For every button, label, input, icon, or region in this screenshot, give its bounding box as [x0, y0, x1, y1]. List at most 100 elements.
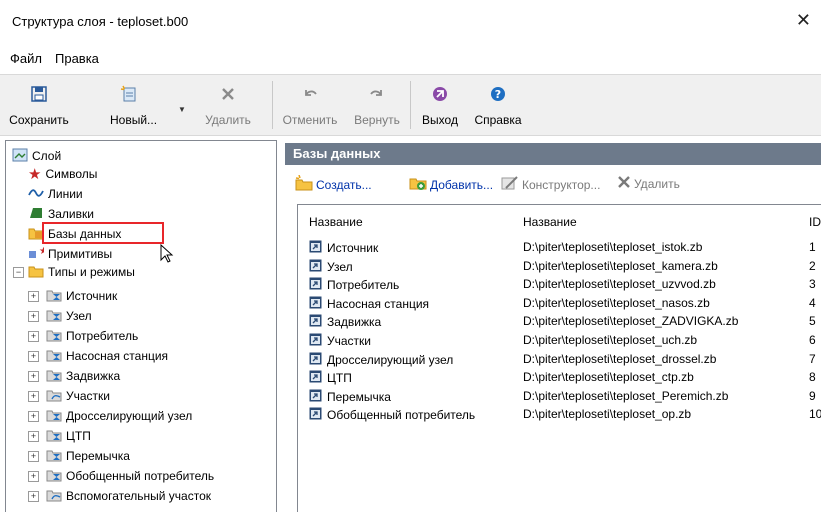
database-icon	[309, 407, 327, 423]
db-path: D:\piter\teploseti\teploset_nasos.zb	[523, 295, 710, 310]
delete-button[interactable]: Удалить	[192, 75, 264, 135]
save-button[interactable]: Сохранить	[4, 75, 74, 135]
type-folder-icon	[46, 348, 62, 365]
redo-button[interactable]: Вернуть	[346, 75, 408, 135]
tree-item-type[interactable]: Источник	[46, 286, 117, 306]
expand-icon[interactable]: +	[28, 311, 39, 322]
type-folder-icon	[46, 368, 62, 385]
list-item[interactable]: Участки D:\piter\teploseti\teploset_uch.z…	[298, 331, 821, 349]
database-icon	[309, 389, 327, 405]
undo-button[interactable]: Отменить	[276, 75, 344, 135]
constructor-button[interactable]: Конструктор...	[501, 175, 600, 194]
expand-icon[interactable]: +	[28, 471, 39, 482]
expand-icon[interactable]: +	[28, 291, 39, 302]
expand-icon[interactable]: +	[28, 331, 39, 342]
expand-icon[interactable]: +	[28, 491, 39, 502]
add-button[interactable]: Добавить...	[409, 175, 493, 194]
floppy-disk-icon	[4, 83, 74, 105]
window-title: Структура слоя - teploset.b00	[12, 14, 189, 29]
db-name-cell: Обобщенный потребитель	[309, 407, 475, 423]
database-icon	[309, 314, 327, 330]
menu-file[interactable]: Файл	[10, 51, 42, 66]
type-folder-icon	[46, 468, 62, 485]
menu-edit[interactable]: Правка	[55, 51, 99, 66]
fill-shape-icon	[28, 206, 44, 223]
layer-tree[interactable]: Слой ★ Символы Линии Заливки Базы данных…	[5, 140, 277, 512]
type-folder-icon	[46, 428, 62, 445]
type-folder-icon	[46, 328, 62, 345]
db-name: Обобщенный потребитель	[327, 408, 476, 423]
list-item[interactable]: Обобщенный потребитель D:\piter\teploseti…	[298, 405, 821, 423]
expand-icon[interactable]: +	[28, 351, 39, 362]
list-item[interactable]: Дросселирующий узел D:\piter\teploseti\te…	[298, 350, 821, 368]
tree-item-type[interactable]: Обобщенный потребитель	[46, 466, 214, 486]
tree-label: Задвижка	[66, 369, 121, 383]
create-label: Создать...	[316, 177, 372, 192]
list-item[interactable]: Насосная станция D:\piter\teploseti\teplo…	[298, 294, 821, 312]
tree-item-type[interactable]: Задвижка	[46, 366, 120, 386]
tree-item-type[interactable]: Перемычка	[46, 446, 130, 466]
db-name-cell: Источник	[309, 240, 378, 256]
type-folder-icon	[46, 488, 62, 505]
db-id: 9	[809, 388, 816, 403]
tree-label: Типы и режимы	[48, 265, 135, 279]
new-folder-icon	[295, 174, 316, 194]
list-item[interactable]: Задвижка D:\piter\teploseti\teploset_ZADV…	[298, 312, 821, 330]
column-header-id[interactable]: ID	[809, 215, 821, 229]
db-id: 10	[809, 407, 821, 422]
tree-item-type[interactable]: Дросселирующий узел	[46, 406, 192, 426]
exit-label: Выход	[422, 113, 458, 127]
close-icon[interactable]: ✕	[796, 10, 811, 31]
expand-icon[interactable]: +	[28, 431, 39, 442]
list-item[interactable]: Потребитель D:\piter\teploseti\teploset_u…	[298, 275, 821, 293]
expand-icon[interactable]: +	[28, 411, 39, 422]
exit-button[interactable]: Выход	[414, 75, 466, 135]
delete-db-button[interactable]: Удалить	[617, 175, 680, 192]
expand-icon[interactable]: +	[28, 371, 39, 382]
expand-icon[interactable]: +	[28, 391, 39, 402]
db-id: 6	[809, 333, 816, 347]
database-icon	[309, 370, 327, 386]
list-item[interactable]: Узел D:\piter\teploseti\teploset_kamera.z…	[298, 257, 821, 275]
tree-item-type[interactable]: ЦТП	[46, 426, 91, 446]
tree-item-fills[interactable]: Заливки	[28, 204, 94, 224]
tree-item-type[interactable]: Участки	[46, 386, 110, 406]
help-button[interactable]: ? Справка	[466, 75, 530, 135]
database-icon	[309, 352, 327, 368]
db-id: 7	[809, 351, 816, 366]
db-name: Источник	[327, 241, 379, 255]
column-header-name[interactable]: Название	[309, 215, 363, 229]
db-path: D:\piter\teploseti\teploset_uch.zb	[523, 333, 698, 347]
tree-label: Обобщенный потребитель	[66, 469, 215, 483]
list-item[interactable]: ЦТП D:\piter\teploseti\teploset_ctp.zb 8	[298, 368, 821, 386]
tree-item-type[interactable]: Узел	[46, 306, 92, 326]
tree-label: Источник	[66, 289, 118, 303]
tree-item-primitives[interactable]: ★ Примитивы	[28, 244, 112, 264]
menu-bar: Файл Правка	[0, 44, 821, 74]
list-item[interactable]: Перемычка D:\piter\teploseti\teploset_Per…	[298, 387, 821, 405]
redo-icon	[346, 83, 408, 105]
new-button[interactable]: Новый...	[82, 75, 176, 135]
tree-label: Примитивы	[48, 247, 113, 261]
create-button[interactable]: Создать...	[295, 174, 372, 194]
tree-item-type[interactable]: Вспомогательный участок	[46, 486, 211, 506]
tree-item-root[interactable]: Слой	[12, 146, 61, 166]
tree-item-type[interactable]: Потребитель	[46, 326, 138, 346]
db-name-cell: Потребитель	[309, 277, 399, 293]
expand-icon[interactable]: +	[28, 451, 39, 462]
db-name: Потребитель	[327, 278, 400, 293]
save-label: Сохранить	[9, 113, 69, 127]
chevron-down-icon[interactable]: ▼	[178, 105, 186, 114]
column-header-path[interactable]: Название	[523, 215, 577, 229]
selection-highlight	[42, 222, 164, 244]
database-list[interactable]: Название Название ID Источник D:\piter\te…	[297, 204, 821, 512]
db-name-cell: ЦТП	[309, 370, 352, 386]
tree-item-symbols[interactable]: ★ Символы	[28, 164, 97, 184]
tree-item-lines[interactable]: Линии	[28, 184, 83, 204]
tree-item-types[interactable]: Типы и режимы	[28, 262, 135, 282]
redo-label: Вернуть	[354, 113, 400, 127]
list-item[interactable]: Источник D:\piter\teploseti\teploset_isto…	[298, 238, 821, 256]
tree-item-type[interactable]: Насосная станция	[46, 346, 168, 366]
close-icon	[192, 83, 264, 105]
collapse-icon[interactable]: −	[13, 267, 24, 278]
